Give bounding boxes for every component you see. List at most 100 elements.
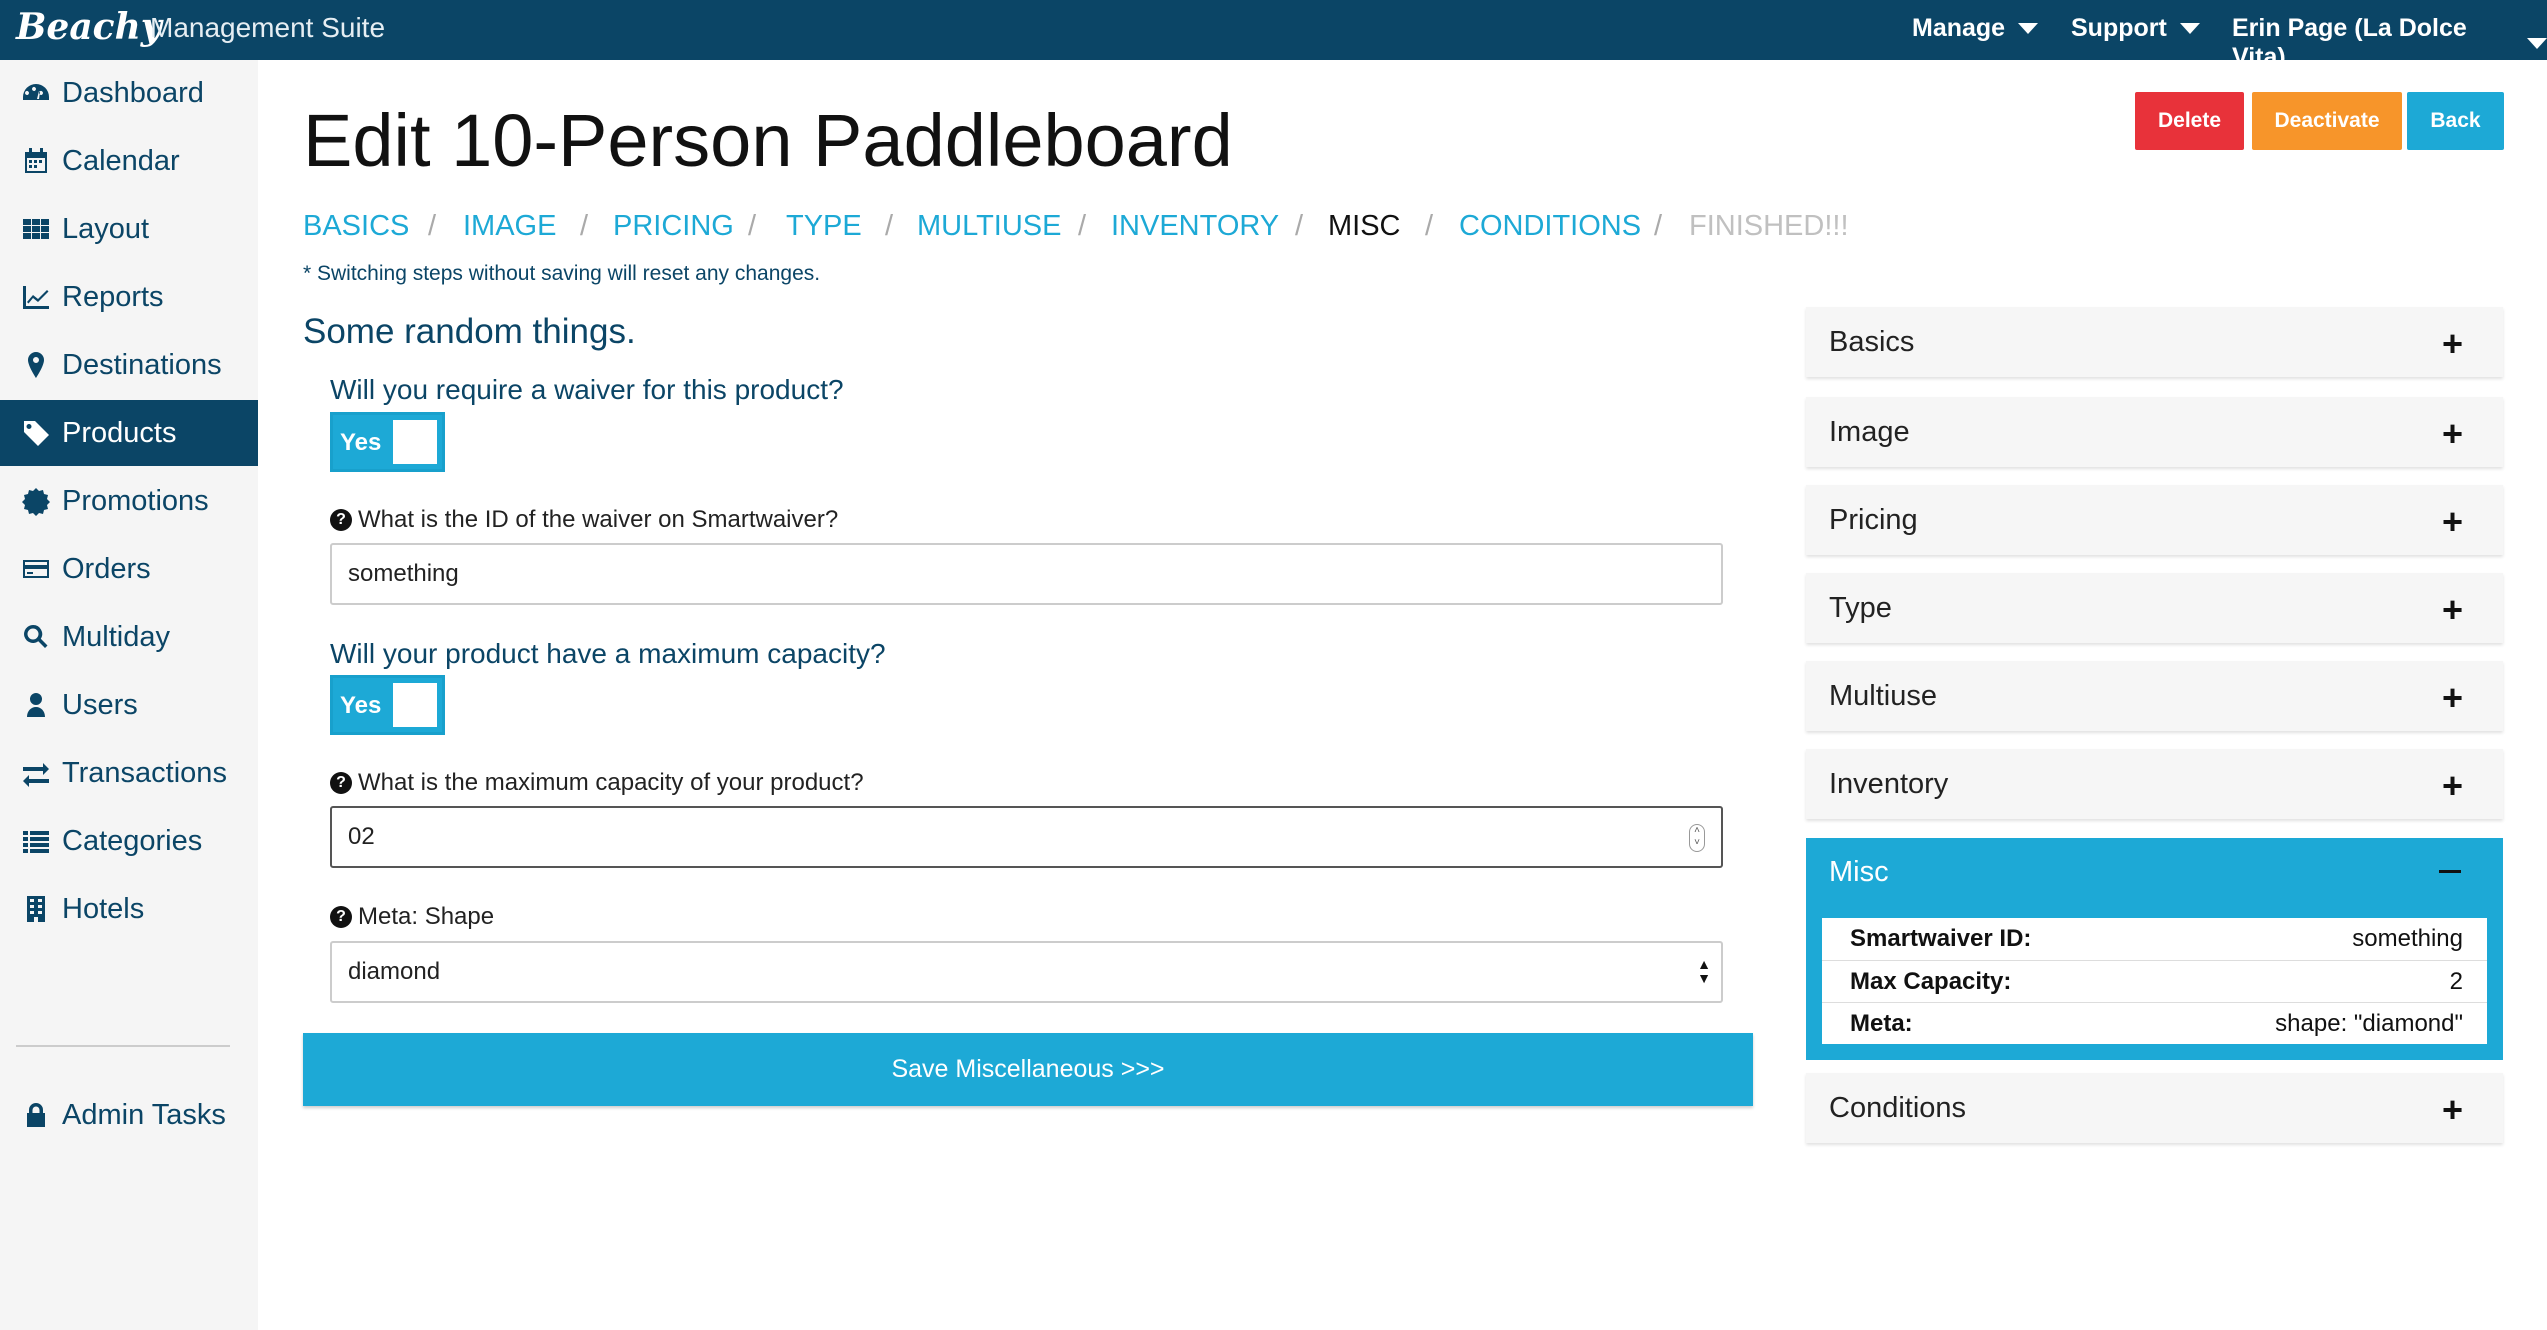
panel-title: Misc: [1829, 856, 1889, 888]
summary-panel-type[interactable]: Type +: [1806, 573, 2503, 643]
panel-title: Image: [1829, 416, 1910, 448]
user-menu[interactable]: Erin Page (La Dolce Vita): [2232, 14, 2547, 72]
row-value: 2: [2449, 967, 2463, 995]
row-key: Meta:: [1850, 1009, 1913, 1037]
summary-panel-pricing[interactable]: Pricing +: [1806, 485, 2503, 555]
capacity-question: Will your product have a maximum capacit…: [330, 638, 886, 669]
back-button[interactable]: Back: [2407, 92, 2504, 150]
plus-icon[interactable]: +: [2442, 501, 2463, 543]
summary-panel-misc[interactable]: Misc Smartwaiver ID: something Max Capac…: [1806, 838, 2503, 1060]
capacity-input[interactable]: 02 ˄ ˅: [330, 806, 1723, 868]
sidebar-item-label: Products: [62, 416, 177, 449]
capacity-toggle[interactable]: Yes: [330, 675, 445, 735]
chevron-down-icon: [2527, 37, 2547, 49]
credit-card-icon: [19, 554, 53, 584]
select-arrows-icon: ▲ ▼: [1697, 956, 1711, 986]
user-icon: [19, 690, 53, 720]
step-pricing[interactable]: PRICING: [613, 210, 734, 243]
plus-icon[interactable]: +: [2442, 323, 2463, 365]
shape-label: ? Meta: Shape: [330, 903, 494, 931]
chevron-down-icon: [2018, 23, 2039, 34]
help-icon[interactable]: ?: [330, 509, 352, 531]
sidebar-item-label: Multiday: [62, 620, 170, 653]
help-icon[interactable]: ?: [330, 772, 352, 794]
calendar-icon: [19, 146, 53, 176]
beachy-logo[interactable]: Beachy: [16, 6, 162, 48]
row-value: shape: "diamond": [2275, 1009, 2463, 1037]
table-row: Max Capacity: 2: [1822, 960, 2487, 1002]
waiver-id-input[interactable]: something: [330, 543, 1723, 605]
row-key: Max Capacity:: [1850, 967, 2012, 995]
step-misc[interactable]: MISC: [1328, 210, 1401, 243]
sidebar-item-reports[interactable]: Reports: [0, 264, 258, 330]
deactivate-button[interactable]: Deactivate: [2252, 92, 2402, 150]
sidebar-item-label: Transactions: [62, 756, 227, 789]
panel-title: Inventory: [1829, 768, 1949, 800]
step-finished: FINISHED!!!: [1689, 210, 1849, 242]
summary-panel-conditions[interactable]: Conditions +: [1806, 1073, 2503, 1143]
sidebar-item-orders[interactable]: Orders: [0, 536, 258, 602]
grid-icon: [19, 214, 53, 244]
sidebar-divider: [16, 1045, 230, 1047]
summary-panel-multiuse[interactable]: Multiuse +: [1806, 661, 2503, 731]
badge-icon: [19, 486, 53, 516]
summary-panel-inventory[interactable]: Inventory +: [1806, 749, 2503, 819]
waiver-toggle[interactable]: Yes: [330, 412, 445, 472]
sidebar-item-label: Hotels: [62, 892, 145, 925]
plus-icon[interactable]: +: [2442, 677, 2463, 719]
step-separator: /: [1654, 210, 1663, 242]
step-type[interactable]: TYPE: [786, 210, 862, 243]
dashboard-icon: [19, 78, 53, 108]
exchange-icon: [19, 758, 53, 788]
manage-menu[interactable]: Manage: [1912, 14, 2039, 43]
waiver-id-label-text: What is the ID of the waiver on Smartwai…: [358, 506, 839, 533]
minus-icon[interactable]: [2439, 870, 2461, 873]
sidebar-item-dashboard[interactable]: Dashboard: [0, 60, 258, 126]
list-icon: [19, 826, 53, 856]
step-multiuse[interactable]: MULTIUSE: [917, 210, 1061, 243]
manage-menu-label: Manage: [1912, 14, 2006, 42]
sidebar-item-calendar[interactable]: Calendar: [0, 128, 258, 194]
sidebar-item-transactions[interactable]: Transactions: [0, 740, 258, 806]
summary-panel-image[interactable]: Image +: [1806, 397, 2503, 467]
row-value: something: [2352, 925, 2463, 952]
sidebar-item-categories[interactable]: Categories: [0, 808, 258, 874]
plus-icon[interactable]: +: [2442, 765, 2463, 807]
chevron-down-icon: [2179, 23, 2200, 34]
page-title: Edit 10-Person Paddleboard: [303, 99, 1233, 182]
step-basics[interactable]: BASICS: [303, 210, 409, 243]
sidebar-item-promotions[interactable]: Promotions: [0, 468, 258, 534]
sidebar-item-label: Orders: [62, 552, 151, 585]
step-conditions[interactable]: CONDITIONS: [1459, 210, 1641, 243]
section-heading: Some random things.: [303, 312, 636, 351]
plus-icon[interactable]: +: [2442, 1089, 2463, 1131]
sidebar-item-hotels[interactable]: Hotels: [0, 876, 258, 942]
sidebar-item-destinations[interactable]: Destinations: [0, 332, 258, 398]
plus-icon[interactable]: +: [2442, 413, 2463, 455]
sidebar-item-label: Destinations: [62, 348, 222, 381]
step-separator: /: [1295, 210, 1304, 242]
shape-value: diamond: [348, 958, 441, 985]
building-icon: [19, 894, 53, 924]
step-separator: /: [748, 210, 757, 242]
delete-button[interactable]: Delete: [2135, 92, 2244, 150]
toggle-label: Yes: [340, 429, 382, 456]
number-stepper-icon[interactable]: ˄ ˅: [1689, 824, 1705, 852]
waiver-id-label: ? What is the ID of the waiver on Smartw…: [330, 506, 838, 534]
sidebar-item-layout[interactable]: Layout: [0, 196, 258, 262]
step-image[interactable]: IMAGE: [463, 210, 556, 243]
sidebar-item-multiday[interactable]: Multiday: [0, 604, 258, 670]
summary-panel-basics[interactable]: Basics +: [1806, 307, 2503, 377]
toggle-knob: [393, 420, 437, 464]
sidebar-item-users[interactable]: Users: [0, 672, 258, 738]
plus-icon[interactable]: +: [2442, 589, 2463, 631]
save-misc-button[interactable]: Save Miscellaneous >>>: [303, 1033, 1753, 1106]
sidebar-item-products[interactable]: Products: [0, 400, 258, 466]
table-row: Meta: shape: "diamond": [1822, 1002, 2487, 1044]
shape-select[interactable]: diamond ▲ ▼: [330, 941, 1723, 1003]
toggle-label: Yes: [340, 692, 382, 719]
support-menu[interactable]: Support: [2071, 14, 2200, 43]
help-icon[interactable]: ?: [330, 906, 352, 928]
step-inventory[interactable]: INVENTORY: [1111, 210, 1279, 243]
sidebar-item-admin-tasks[interactable]: Admin Tasks: [0, 1082, 258, 1148]
